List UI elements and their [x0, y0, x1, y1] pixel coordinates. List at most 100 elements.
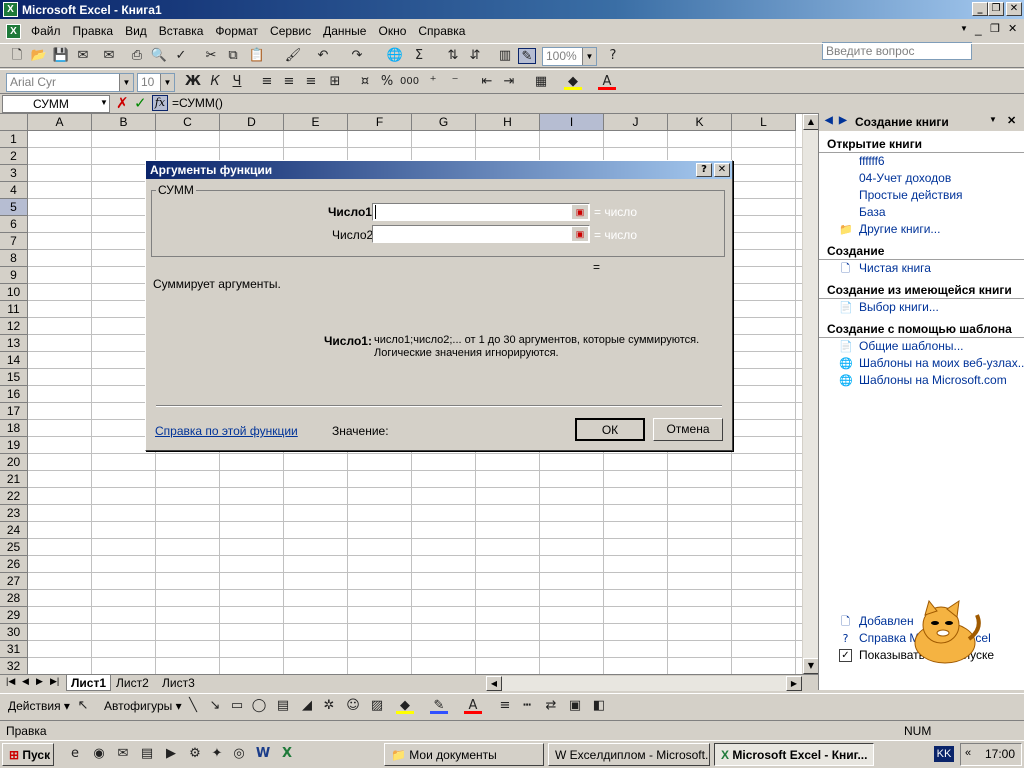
prev-sheet-icon[interactable]: ◀	[22, 676, 29, 687]
calc-icon[interactable]: ▤	[138, 746, 156, 762]
paste-icon[interactable]: 📋	[248, 48, 266, 64]
cut-icon[interactable]: ✂	[202, 48, 220, 64]
fill-color-icon[interactable]: ◆	[564, 74, 582, 90]
name-box[interactable]: СУММ	[2, 95, 110, 113]
row-header[interactable]: 24	[0, 522, 28, 539]
workbook-icon[interactable]: X	[6, 23, 21, 39]
line-icon[interactable]: ╲	[184, 698, 202, 714]
rectangle-icon[interactable]: ▭	[228, 698, 246, 714]
scroll-right-icon[interactable]: ▶	[786, 676, 802, 691]
select-objects-icon[interactable]: ↖	[74, 698, 92, 714]
textbox-icon[interactable]: ▤	[274, 698, 292, 714]
row-header[interactable]: 15	[0, 369, 28, 386]
opera-icon[interactable]: ◎	[230, 746, 248, 762]
menu-edit[interactable]: Правка	[67, 24, 120, 38]
borders-icon[interactable]: ▦	[532, 74, 550, 90]
row-header[interactable]: 6	[0, 216, 28, 233]
row-header[interactable]: 22	[0, 488, 28, 505]
picture-icon[interactable]: ▨	[368, 698, 386, 714]
pane-close-icon[interactable]: ✕	[1007, 114, 1016, 127]
dialog-help-icon[interactable]: ?	[696, 163, 712, 177]
cancel-entry-icon[interactable]: ✗	[116, 94, 129, 112]
dialog-close-icon[interactable]: ✕	[714, 163, 730, 177]
row-header[interactable]: 30	[0, 624, 28, 641]
undo-icon[interactable]: ↶	[314, 48, 332, 64]
comma-icon[interactable]: 000	[400, 74, 419, 90]
font-dropdown-icon[interactable]: ▼	[119, 74, 133, 91]
scroll-down-icon[interactable]: ▼	[803, 658, 818, 674]
new-icon[interactable]: 🗋	[8, 48, 26, 64]
oval-icon[interactable]: ◯	[250, 698, 268, 714]
size-combo[interactable]: 10 ▼	[137, 73, 175, 92]
row-header[interactable]: 5	[0, 199, 28, 216]
row-header[interactable]: 8	[0, 250, 28, 267]
column-header[interactable]: B	[92, 114, 156, 131]
open-icon[interactable]: 📂	[30, 48, 48, 64]
hyperlink-icon[interactable]: 🌐	[386, 48, 404, 64]
more-workbooks-link[interactable]: 📁 Другие книги...	[819, 221, 1024, 238]
column-header[interactable]: H	[476, 114, 540, 131]
font-color-icon[interactable]: A	[598, 74, 616, 90]
pane-dropdown-icon[interactable]: ▼	[989, 115, 997, 124]
row-header[interactable]: 25	[0, 539, 28, 556]
sort-desc-icon[interactable]: ⇵	[466, 48, 484, 64]
language-indicator[interactable]: KK	[934, 746, 954, 762]
merge-center-icon[interactable]: ⊞	[326, 74, 344, 90]
recent-file-2[interactable]: 04-Учет доходов	[819, 170, 1024, 187]
menu-file[interactable]: Файл	[25, 24, 67, 38]
clipart-icon[interactable]: ☺	[344, 698, 362, 714]
align-right-icon[interactable]: ≡	[302, 74, 320, 90]
font-combo[interactable]: Arial Cyr ▼	[6, 73, 134, 92]
recent-file-1[interactable]: ffffff6	[819, 153, 1024, 170]
insert-function-icon[interactable]: fx	[152, 95, 168, 111]
start-button[interactable]: ⊞ Пуск	[2, 743, 54, 766]
menu-format[interactable]: Формат	[209, 24, 264, 38]
microsoft-templates-link[interactable]: 🌐 Шаблоны на Microsoft.com	[819, 372, 1024, 389]
row-header[interactable]: 18	[0, 420, 28, 437]
scroll-left-icon[interactable]: ◀	[486, 676, 502, 691]
sort-asc-icon[interactable]: ⇅	[444, 48, 462, 64]
word-icon[interactable]: W	[254, 746, 272, 762]
redo-icon[interactable]: ↷	[348, 48, 366, 64]
chart-wizard-icon[interactable]: ▥	[496, 48, 514, 64]
draw-font-color-icon[interactable]: A	[464, 698, 482, 714]
italic-icon[interactable]: К	[206, 74, 224, 90]
shadow-icon[interactable]: ▣	[566, 698, 584, 714]
last-sheet-icon[interactable]: ▶|	[50, 676, 59, 687]
forward-arrow-icon[interactable]: ▶	[839, 115, 847, 126]
column-header[interactable]: L	[732, 114, 796, 131]
column-header[interactable]: J	[604, 114, 668, 131]
row-header[interactable]: 14	[0, 352, 28, 369]
task-word-doc[interactable]: W Exceлдиплом - Microsoft...	[548, 743, 710, 766]
choose-workbook-link[interactable]: 📄 Выбор книги...	[819, 299, 1024, 316]
row-header[interactable]: 32	[0, 658, 28, 674]
recent-file-4[interactable]: База	[819, 204, 1024, 221]
column-header[interactable]: A	[28, 114, 92, 131]
row-header[interactable]: 23	[0, 505, 28, 522]
line-style-icon[interactable]: ≡	[496, 698, 514, 714]
arrow-style-icon[interactable]: ⇄	[542, 698, 560, 714]
autosum-icon[interactable]: Σ	[410, 48, 428, 64]
task-my-documents[interactable]: 📁 Мои документы	[384, 743, 544, 766]
print-preview-icon[interactable]: 🔍	[150, 48, 168, 64]
row-header[interactable]: 7	[0, 233, 28, 250]
doc-minimize-icon[interactable]: _	[975, 22, 982, 36]
startup-checkbox-icon[interactable]: ✓	[839, 649, 852, 662]
row-header[interactable]: 12	[0, 318, 28, 335]
save-icon[interactable]: 💾	[52, 48, 70, 64]
cancel-button[interactable]: Отмена	[653, 418, 723, 441]
line-color-icon[interactable]: ✎	[430, 698, 448, 714]
ie-icon[interactable]: e	[66, 746, 84, 762]
column-header[interactable]: C	[156, 114, 220, 131]
email-icon[interactable]: ✉	[100, 48, 118, 64]
currency-icon[interactable]: ¤	[356, 74, 374, 90]
close-button[interactable]: ✕	[1006, 2, 1022, 16]
recent-file-3[interactable]: Простые действия	[819, 187, 1024, 204]
function-help-link[interactable]: Справка по этой функции	[155, 424, 298, 438]
arrow-icon[interactable]: ↘	[206, 698, 224, 714]
column-header[interactable]: D	[220, 114, 284, 131]
help-icon[interactable]: ?	[604, 48, 622, 64]
spelling-icon[interactable]: ✓	[172, 48, 190, 64]
ask-dropdown-icon[interactable]: ▼	[960, 24, 968, 33]
menu-window[interactable]: Окно	[372, 24, 412, 38]
